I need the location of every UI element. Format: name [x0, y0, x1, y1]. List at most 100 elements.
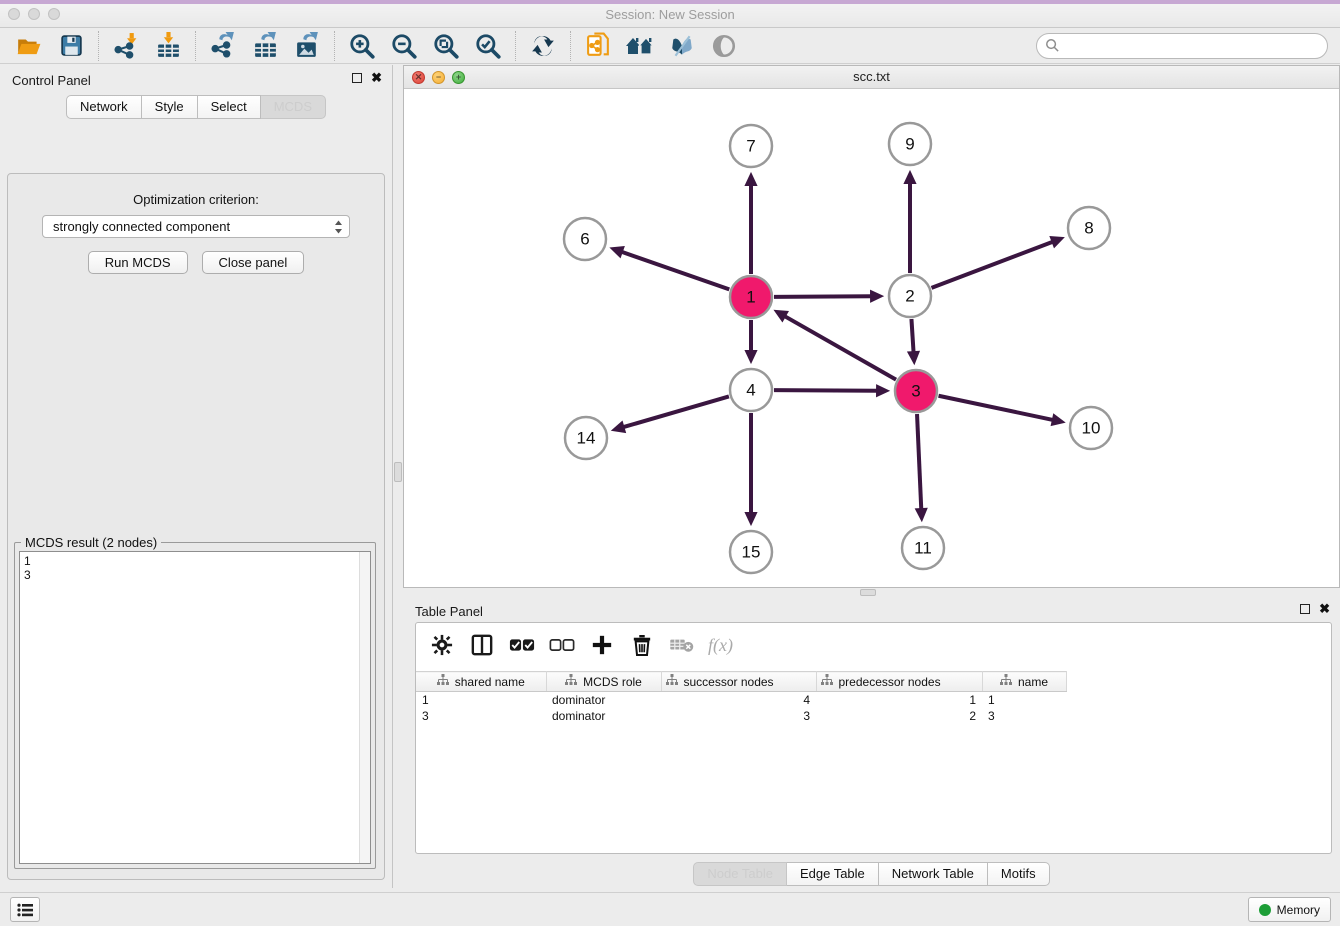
- mcds-result-text[interactable]: 1 3: [19, 551, 371, 864]
- horizontal-splitter-grip[interactable]: [860, 589, 876, 596]
- svg-text:7: 7: [746, 137, 755, 156]
- node-2[interactable]: 2: [889, 275, 931, 317]
- network-minimize-icon[interactable]: −: [432, 71, 445, 84]
- toolbar-separator: [195, 31, 196, 61]
- birds-eye-view-icon[interactable]: [703, 30, 745, 62]
- deselect-all-columns-icon[interactable]: [548, 631, 576, 659]
- clone-network-icon[interactable]: [577, 30, 619, 62]
- tab-node-table[interactable]: Node Table: [693, 862, 787, 886]
- close-panel-icon[interactable]: ✖: [371, 73, 382, 83]
- import-network-icon[interactable]: [105, 30, 147, 62]
- tab-network[interactable]: Network: [66, 95, 142, 119]
- open-session-icon[interactable]: [8, 30, 50, 62]
- network-close-icon[interactable]: ✕: [412, 71, 425, 84]
- node-10[interactable]: 10: [1070, 407, 1112, 449]
- export-table-icon[interactable]: [244, 30, 286, 62]
- edge-4-14[interactable]: [623, 396, 728, 427]
- add-row-icon[interactable]: [588, 631, 616, 659]
- node-6[interactable]: 6: [564, 218, 606, 260]
- svg-text:14: 14: [577, 429, 596, 448]
- node-8[interactable]: 8: [1068, 207, 1110, 249]
- table-row[interactable]: 1dominator411: [416, 692, 1066, 708]
- search-icon: [1045, 38, 1060, 53]
- network-maximize-icon[interactable]: +: [452, 71, 465, 84]
- node-9[interactable]: 9: [889, 123, 931, 165]
- float-table-panel-icon[interactable]: [1300, 604, 1310, 614]
- vertical-splitter-grip[interactable]: [394, 462, 402, 482]
- export-network-icon[interactable]: [202, 30, 244, 62]
- zoom-in-icon[interactable]: [341, 30, 383, 62]
- node-11[interactable]: 11: [902, 527, 944, 569]
- memory-label: Memory: [1277, 903, 1320, 917]
- table-toolbar: f(x): [416, 623, 1331, 667]
- mcds-panel: Optimization criterion: strongly connect…: [7, 173, 385, 880]
- node-table-container: f(x) shared nameMCDS rolesuccessor nodes…: [415, 622, 1332, 854]
- column-header-MCDS-role[interactable]: MCDS role: [546, 672, 661, 692]
- import-table-icon[interactable]: [147, 30, 189, 62]
- node-3[interactable]: 3: [895, 370, 937, 412]
- select-all-columns-icon[interactable]: [508, 631, 536, 659]
- svg-text:2: 2: [905, 287, 914, 306]
- close-panel-button[interactable]: Close panel: [202, 251, 305, 274]
- apply-preferred-layout-icon[interactable]: [522, 30, 564, 62]
- home-icon[interactable]: [619, 30, 661, 62]
- titlebar-accent: [0, 0, 1340, 4]
- svg-text:11: 11: [914, 539, 932, 558]
- mcds-result-group: MCDS result (2 nodes) 1 3: [14, 542, 376, 869]
- node-7[interactable]: 7: [730, 125, 772, 167]
- node-14[interactable]: 14: [565, 417, 607, 459]
- split-panel-icon[interactable]: [468, 631, 496, 659]
- dropdown-stepper-icon: [334, 219, 343, 238]
- function-builder-icon[interactable]: f(x): [708, 635, 733, 656]
- column-header-successor-nodes[interactable]: successor nodes: [661, 672, 816, 692]
- show-graphics-details-icon[interactable]: [661, 30, 703, 62]
- edge-2-8[interactable]: [932, 242, 1053, 288]
- node-1[interactable]: 1: [730, 276, 772, 318]
- search-box[interactable]: [1036, 33, 1328, 59]
- table-options-icon[interactable]: [428, 631, 456, 659]
- delete-table-icon[interactable]: [668, 631, 696, 659]
- save-session-icon[interactable]: [50, 30, 92, 62]
- tab-edge-table[interactable]: Edge Table: [787, 862, 879, 886]
- zoom-selected-icon[interactable]: [467, 30, 509, 62]
- table-row[interactable]: 3dominator323: [416, 708, 1066, 724]
- column-header-shared-name[interactable]: shared name: [416, 672, 546, 692]
- tab-motifs[interactable]: Motifs: [988, 862, 1050, 886]
- table-browser-tabs: Node TableEdge TableNetwork TableMotifs: [403, 862, 1340, 886]
- tab-network-table[interactable]: Network Table: [879, 862, 988, 886]
- tab-mcds[interactable]: MCDS: [261, 95, 326, 119]
- optimization-label: Optimization criterion:: [8, 192, 384, 207]
- toolbar-separator: [515, 31, 516, 61]
- result-scrollbar[interactable]: [359, 552, 370, 863]
- run-mcds-button[interactable]: Run MCDS: [88, 251, 188, 274]
- tab-style[interactable]: Style: [142, 95, 198, 119]
- edge-4-3[interactable]: [774, 390, 877, 391]
- table-panel-title: Table Panel: [415, 604, 483, 619]
- edge-2-3[interactable]: [911, 319, 913, 352]
- edge-3-10[interactable]: [939, 396, 1053, 420]
- tab-select[interactable]: Select: [198, 95, 261, 119]
- edge-1-2[interactable]: [774, 296, 871, 297]
- edge-3-11[interactable]: [917, 414, 921, 509]
- zoom-fit-icon[interactable]: [425, 30, 467, 62]
- network-window-titlebar[interactable]: ✕ − + scc.txt: [404, 66, 1339, 89]
- column-header-name[interactable]: name: [982, 672, 1066, 692]
- node-4[interactable]: 4: [730, 369, 772, 411]
- search-input[interactable]: [1065, 38, 1319, 53]
- node-15[interactable]: 15: [730, 531, 772, 573]
- zoom-out-icon[interactable]: [383, 30, 425, 62]
- memory-button[interactable]: Memory: [1248, 897, 1331, 922]
- node-table[interactable]: shared nameMCDS rolesuccessor nodesprede…: [416, 671, 1067, 724]
- edge-3-1[interactable]: [785, 316, 896, 379]
- column-header-predecessor-nodes[interactable]: predecessor nodes: [816, 672, 982, 692]
- float-panel-icon[interactable]: [352, 73, 362, 83]
- svg-text:4: 4: [746, 381, 755, 400]
- show-panel-list-button[interactable]: [10, 897, 40, 922]
- network-canvas[interactable]: 7 9 6 8 1 2 4 3 14 10 15 11: [404, 89, 1339, 587]
- edge-1-6[interactable]: [622, 252, 729, 290]
- export-image-icon[interactable]: [286, 30, 328, 62]
- close-table-panel-icon[interactable]: ✖: [1319, 604, 1330, 614]
- svg-text:8: 8: [1084, 219, 1093, 238]
- optimization-dropdown[interactable]: strongly connected component: [42, 215, 350, 238]
- delete-row-icon[interactable]: [628, 631, 656, 659]
